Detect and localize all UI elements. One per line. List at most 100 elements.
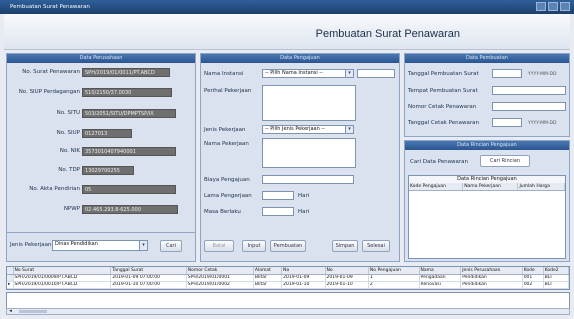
scroll-left-icon[interactable]: ◂ [7, 309, 14, 314]
lama-input[interactable] [262, 191, 294, 200]
grid-header[interactable]: No Pengajuan [368, 267, 420, 275]
scrollbar-thumb[interactable] [19, 310, 47, 313]
chevron-down-icon[interactable]: ▾ [345, 70, 353, 77]
cell[interactable]: SPH/2019/01/0010/PT.ABCD [13, 281, 112, 289]
instansi-dropdown-value: -- Pilih Nama Instansi -- [265, 70, 323, 76]
window-title: Pembuatan Surat Penawaran [10, 4, 90, 10]
cell[interactable]: Pengadaan [419, 274, 462, 282]
maximize-button[interactable] [548, 2, 558, 11]
cell[interactable]: Pendidikan [460, 274, 523, 282]
grid-header[interactable]: No [325, 267, 369, 275]
field-label: No. Akta Pendirian [29, 186, 80, 192]
biaya-input[interactable] [262, 175, 354, 184]
cell[interactable]: 001 [522, 274, 544, 282]
cell[interactable]: 002 [522, 281, 544, 289]
grid-header[interactable]: Nama [419, 267, 462, 275]
rincian-grid-title: Data Rincian Pengajuan [409, 176, 565, 183]
rincian-grid[interactable]: Data Rincian Pengajuan Kode Pengajuan Na… [408, 175, 566, 259]
cari-jenis-button[interactable]: Cari [160, 240, 182, 252]
masa-unit: Hari [298, 209, 310, 215]
surat-grid[interactable]: No Surat Tanggal Surat Nomor Cetak Alama… [6, 266, 570, 290]
jenis-pekerjaan-dropdown-value: -- Pilih Jenis Pekerjaan -- [265, 126, 325, 132]
chevron-down-icon[interactable]: ▾ [139, 241, 147, 250]
situ-field: 503/2051/SITU/DPMPTSP/IX [82, 109, 176, 118]
npwp-field: 02.465.293.8-625.000 [82, 205, 178, 214]
cell[interactable]: 1 [368, 274, 420, 282]
grid-header[interactable]: Nama Pekerjaan [462, 183, 519, 191]
cell[interactable]: SPH/2019/01/0009/PT.ABCD [13, 274, 112, 282]
cell[interactable]: Pendidikan [460, 281, 523, 289]
nik-field: 3573010407940001 [82, 147, 176, 156]
tgl-label: Tanggal Pembuatan Surat [408, 71, 479, 77]
grid-header[interactable]: Kode [522, 267, 544, 275]
simpan-button[interactable]: Simpan [332, 240, 358, 252]
grid-header[interactable]: Kode2 [543, 267, 569, 275]
jenis-pekerjaan-label: Jenis Pekerjaan [204, 127, 246, 133]
surat-penawaran-field: SPH/2019/01/0011/PT.ABCD [82, 68, 170, 77]
perihal-textarea[interactable] [262, 85, 356, 121]
tdp-field: 13029700255 [82, 166, 134, 175]
table-row[interactable]: ▸ SPH/2019/01/0010/PT.ABCD 2019-01-10 07… [7, 281, 569, 289]
cell[interactable]: 2019-01-10 [281, 281, 326, 289]
cell[interactable]: 2019-01-10 07:00:00 [110, 281, 187, 289]
cell[interactable]: Blitar [253, 281, 283, 289]
tgl-cetak-input[interactable] [492, 118, 522, 127]
input-button[interactable]: Input [242, 240, 266, 252]
cell[interactable]: 2019-01-09 07:00:00 [110, 274, 187, 282]
batal-button[interactable]: Batal [204, 240, 234, 252]
jenis-dropdown-value: Dinas Pendidikan [55, 241, 98, 247]
pembuatan-button[interactable]: Pembuatan [270, 240, 306, 252]
field-label: No. NIK [59, 148, 80, 154]
cari-rincian-button[interactable]: Cari Rincian [480, 155, 530, 167]
jenis-pekerjaan-dropdown[interactable]: -- Pilih Jenis Pekerjaan -- ▾ [262, 125, 354, 134]
company-panel-header: Data Perusahaan [7, 54, 195, 63]
cell[interactable]: SPH/2019/01/0002 [186, 281, 254, 289]
cell[interactable]: 2019-01-09 [281, 274, 326, 282]
nama-pekerjaan-textarea[interactable] [262, 138, 356, 168]
grid-header[interactable]: Tanggal Surat [110, 267, 187, 275]
masa-label: Masa Berlaku [204, 209, 241, 215]
perihal-label: Perihal Pekerjaan [204, 88, 252, 94]
field-label: NPWP [63, 206, 80, 212]
instansi-code-field[interactable] [357, 69, 395, 78]
field-label: No. SITU [56, 110, 80, 116]
masa-input[interactable] [262, 207, 294, 216]
cell[interactable]: SPH/2019/01/0001 [186, 274, 254, 282]
siup-field: 0127013 [82, 129, 132, 138]
field-label: No. SIUP Perdagangan [18, 89, 80, 95]
tgl-input[interactable] [492, 69, 522, 78]
cell[interactable]: 2019-01-10 [325, 281, 369, 289]
table-row[interactable]: SPH/2019/01/0009/PT.ABCD 2019-01-09 07:0… [7, 274, 569, 282]
grid-header[interactable]: No Surat [13, 267, 112, 275]
grid-header[interactable]: Jenis Perusahaan [460, 267, 523, 275]
close-button[interactable] [560, 2, 570, 11]
nama-pekerjaan-label: Nama Pekerjaan [204, 141, 249, 147]
instansi-label: Nama Instansi [204, 71, 244, 77]
cell[interactable]: BLT [543, 274, 569, 282]
nomor-label: Nomor Cetak Penawaran [408, 104, 477, 110]
page-title: Pembuatan Surat Penawaran [315, 28, 460, 40]
cell[interactable]: Blitar [253, 274, 283, 282]
biaya-label: Biaya Pengajuan [204, 177, 250, 183]
cell[interactable]: 2019-01-09 [325, 274, 369, 282]
siup-perdagangan-field: 510/2150/37.0030 [82, 88, 172, 97]
instansi-dropdown[interactable]: -- Pilih Nama Instansi -- ▾ [262, 69, 354, 78]
grid-header[interactable]: Jumlah Harga [517, 183, 565, 191]
field-label: No. SIUP [56, 130, 80, 136]
nomor-input[interactable] [492, 102, 566, 111]
tempat-input[interactable] [492, 86, 566, 95]
jenis-label: Jenis Pekerjaan [10, 242, 52, 248]
jenis-dropdown[interactable]: Dinas Pendidikan ▾ [52, 240, 148, 251]
selesai-button[interactable]: Selesai [362, 240, 390, 252]
grid-header[interactable]: Alamat [253, 267, 283, 275]
cell[interactable]: Renovasi [419, 281, 462, 289]
grid-header[interactable]: No [281, 267, 326, 275]
grid-header[interactable]: Kode Pengajuan [409, 183, 464, 191]
grid-header[interactable]: Nomor Cetak [186, 267, 254, 275]
cell[interactable]: 2 [368, 281, 420, 289]
header-banner: Pembuatan Surat Penawaran [4, 14, 570, 50]
cell[interactable]: BLT [543, 281, 569, 289]
minimize-button[interactable] [536, 2, 546, 11]
horizontal-scrollbar[interactable]: ◂ [6, 308, 570, 315]
chevron-down-icon[interactable]: ▾ [345, 126, 353, 133]
